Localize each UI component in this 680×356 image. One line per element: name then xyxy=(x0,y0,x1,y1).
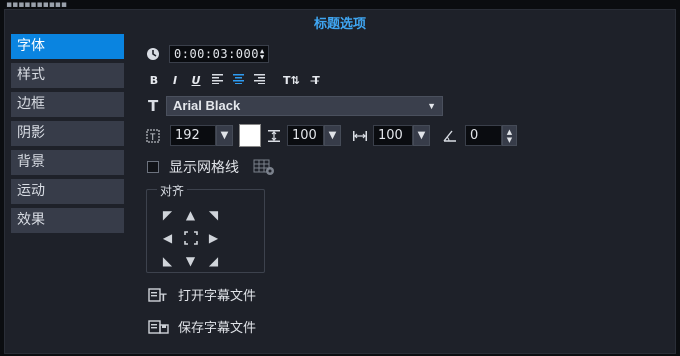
align-center-icon[interactable] xyxy=(179,226,202,249)
bold-button[interactable]: B xyxy=(149,74,159,87)
align-left-icon[interactable]: ◀ xyxy=(156,226,179,249)
rotation-input[interactable]: 0 xyxy=(465,125,502,146)
align-top-right-icon[interactable]: ◥ xyxy=(202,203,225,226)
underline-button[interactable]: U xyxy=(191,74,201,87)
size-spacing-row: T 192 ▼ 100 ▼ 100 ▼ 0 ▲ ▼ xyxy=(146,124,517,147)
duration-input[interactable]: 0:00:03:000 ▲ ▼ xyxy=(169,45,269,63)
save-subtitle-action[interactable]: 保存字幕文件 xyxy=(148,317,256,336)
grid-settings-icon[interactable] xyxy=(253,159,275,176)
char-spacing-input[interactable]: 100 xyxy=(373,125,413,146)
tab-font[interactable]: 字体 xyxy=(11,34,124,59)
align-left-icon xyxy=(212,74,223,84)
svg-text:T: T xyxy=(150,132,156,142)
save-subtitle-label: 保存字幕文件 xyxy=(178,321,257,336)
clock-icon xyxy=(146,47,160,61)
font-type-icon: T xyxy=(148,97,159,115)
duration-value: 0:00:03:000 xyxy=(174,47,259,61)
font-size-dropdown[interactable]: ▼ xyxy=(216,125,233,146)
italic-button[interactable]: I xyxy=(170,74,180,87)
align-center-icon xyxy=(233,74,244,84)
align-left-button[interactable] xyxy=(212,74,223,87)
duration-row: 0:00:03:000 ▲ ▼ xyxy=(146,45,269,63)
line-spacing-input[interactable]: 100 xyxy=(287,125,324,146)
tab-border[interactable]: 边框 xyxy=(11,92,124,117)
tab-effect[interactable]: 效果 xyxy=(11,208,124,233)
rotation-stepper[interactable]: ▲ ▼ xyxy=(502,125,517,146)
grid-label: 显示网格线 xyxy=(169,160,239,176)
tab-motion[interactable]: 运动 xyxy=(11,179,124,204)
align-right-button[interactable] xyxy=(254,74,265,87)
grid-row: 显示网格线 xyxy=(147,157,275,177)
line-spacing-icon xyxy=(267,129,281,143)
duration-stepper[interactable]: ▲ ▼ xyxy=(260,48,265,61)
align-right-icon xyxy=(254,74,265,84)
tab-style[interactable]: 样式 xyxy=(11,63,124,88)
line-spacing-dropdown[interactable]: ▼ xyxy=(324,125,341,146)
font-size-input[interactable]: 192 xyxy=(170,125,216,146)
align-center-button[interactable] xyxy=(233,74,244,87)
text-flip-button[interactable]: T̶ xyxy=(310,74,322,87)
open-subtitle-icon: T xyxy=(148,287,170,303)
font-size-icon: T xyxy=(146,129,160,143)
format-toolbar: B I U T⇅ T̶ xyxy=(149,74,333,87)
open-subtitle-action[interactable]: T 打开字幕文件 xyxy=(148,285,256,304)
char-spacing-dropdown[interactable]: ▼ xyxy=(413,125,430,146)
text-color-swatch[interactable] xyxy=(239,124,261,147)
align-bottom-right-icon[interactable]: ◢ xyxy=(202,249,225,272)
open-subtitle-label: 打开字幕文件 xyxy=(178,289,257,304)
alignment-label: 对齐 xyxy=(157,182,188,199)
chevron-down-icon: ▼ xyxy=(427,101,436,111)
save-subtitle-icon xyxy=(148,319,170,335)
char-spacing-icon xyxy=(352,129,368,143)
panel-title: 标题选项 xyxy=(313,17,366,32)
tab-list: 字体 样式 边框 阴影 背景 运动 效果 xyxy=(11,34,124,237)
drag-grip[interactable]: ▪▪▪▪▪▪▪▪▪▪ xyxy=(6,1,67,10)
svg-text:T: T xyxy=(160,292,167,303)
text-direction-button[interactable]: T⇅ xyxy=(283,74,300,87)
align-bottom-icon[interactable]: ▼ xyxy=(179,249,202,272)
font-family-value: Arial Black xyxy=(173,98,241,113)
alignment-group: 对齐 ◤ ▲ ◥ ◀ ▶ ◣ ▼ ◢ xyxy=(146,182,265,273)
grid-checkbox[interactable] xyxy=(147,161,159,173)
align-top-left-icon[interactable]: ◤ xyxy=(156,203,179,226)
align-bottom-left-icon[interactable]: ◣ xyxy=(156,249,179,272)
tab-shadow[interactable]: 阴影 xyxy=(11,121,124,146)
align-right-icon[interactable]: ▶ xyxy=(202,226,225,249)
align-top-icon[interactable]: ▲ xyxy=(179,203,202,226)
font-family-select[interactable]: Arial Black ▼ xyxy=(166,96,443,116)
tab-background[interactable]: 背景 xyxy=(11,150,124,175)
rotation-angle-icon xyxy=(442,129,458,143)
